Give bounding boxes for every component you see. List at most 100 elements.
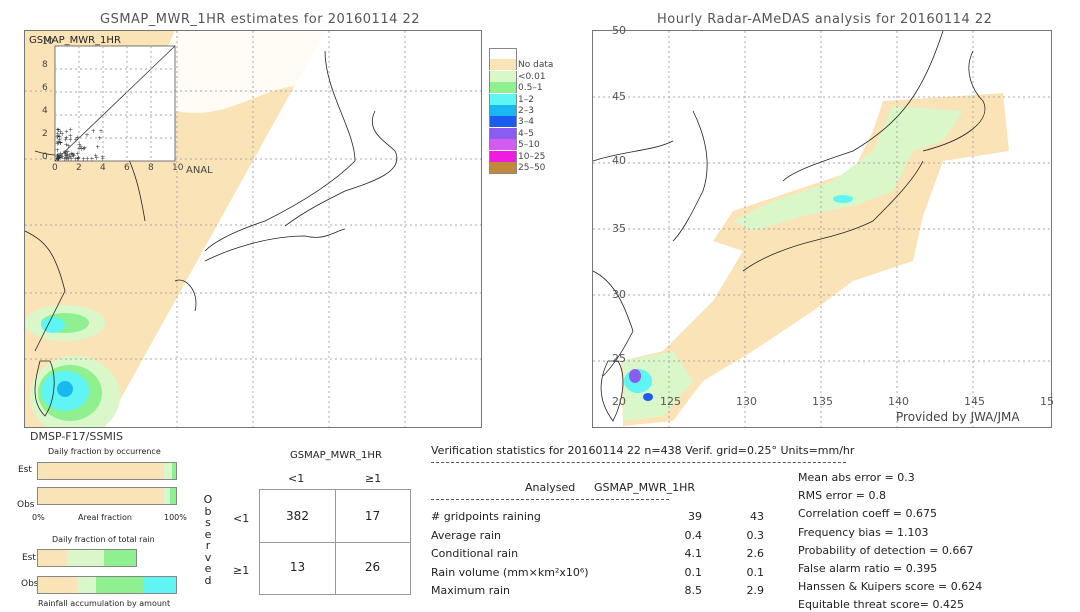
bar-segment	[38, 488, 164, 504]
legend-swatch	[489, 105, 517, 116]
inset-y-tick: 8	[42, 60, 48, 70]
stat-row-label: Conditional rain	[431, 547, 519, 560]
stat-analysed-value: 0.4	[684, 528, 703, 542]
stat-gsmap-value: 0.1	[746, 565, 765, 579]
legend-swatch	[489, 93, 517, 105]
legend-label: 2–3	[518, 106, 534, 116]
bar-segment	[103, 550, 136, 566]
rain-patch	[643, 393, 653, 401]
legend-label: No data	[518, 60, 554, 71]
scatter-point: +	[95, 144, 100, 151]
lat-tick: 35	[612, 222, 626, 235]
legend-swatch	[489, 127, 517, 139]
occurrence-title: Daily fraction by occurrence	[48, 447, 161, 456]
lon-tick: 145	[964, 395, 985, 408]
contingency-col-2: ≥1	[365, 472, 382, 485]
stat-row-label: Average rain	[431, 528, 501, 542]
divider	[431, 462, 846, 463]
legend-label: 3–4	[518, 117, 534, 128]
inset-scatter: ++++++++ ++++++++++ ++++++ +++ ++++++++ +++++…	[54, 45, 176, 163]
lon-tick: 125	[660, 395, 681, 408]
col-gsmap: GSMAP_MWR_1HR	[594, 481, 696, 494]
scatter-point: +	[85, 156, 90, 163]
right-map	[592, 30, 1052, 428]
legend-swatch	[489, 70, 517, 82]
stat-gsmap-value: 0.3	[746, 528, 765, 542]
legend-label: 25–50	[518, 163, 546, 173]
scatter-point: +	[99, 128, 104, 135]
inset-y-tick: 6	[42, 83, 48, 93]
scatter-point: +	[93, 152, 98, 159]
bar-segment	[67, 550, 104, 566]
lon-tick: 140	[888, 395, 909, 408]
divider	[431, 499, 669, 500]
rain-patch	[57, 381, 73, 397]
occurrence-est-bar	[37, 462, 177, 480]
inset-x-tick: 8	[148, 163, 154, 173]
stat-analysed-value: 8.5	[684, 584, 703, 597]
scatter-point: +	[68, 127, 73, 134]
scatter-point: +	[55, 133, 60, 140]
total-rain-est-bar	[37, 549, 137, 567]
legend-label: <0.01	[518, 71, 546, 82]
stat-analysed-value: 39	[688, 510, 702, 523]
left-map-canvas: ++++++++ ++++++++++ ++++++ +++ ++++++++ +++++…	[25, 31, 481, 427]
tr-obs-label: Obs	[21, 579, 39, 589]
stat-row-label: # gridpoints raining	[431, 510, 541, 523]
right-map-title: Hourly Radar-AMeDAS analysis for 2016011…	[657, 12, 993, 27]
occ-obs-label: Obs	[17, 500, 35, 510]
stat-row-label: Rain volume (mm×km²x10⁶)	[431, 565, 589, 579]
lat-tick: 40	[612, 154, 626, 167]
score-line: Frequency bias = 1.103	[798, 525, 929, 539]
legend-label: 10–25	[518, 151, 546, 162]
score-line: RMS error = 0.8	[798, 489, 886, 503]
contingency-col-1: <1	[288, 472, 305, 485]
legend-label: 5–10	[518, 140, 540, 151]
score-line: False alarm ratio = 0.395	[798, 562, 938, 575]
scatter-point: +	[85, 132, 90, 139]
lon-tick: 15	[1040, 395, 1054, 408]
inset-y-tick: 2	[42, 129, 48, 139]
score-line: Mean abs error = 0.3	[798, 471, 915, 484]
legend-label: 4–5	[518, 128, 534, 139]
cell-hit: 26	[364, 560, 381, 574]
inset-y-tick: 4	[42, 106, 48, 116]
inset-x-tick: 10	[172, 163, 184, 173]
scatter-point: +	[91, 128, 96, 135]
observed-side-label: Observed	[203, 493, 213, 587]
legend-swatch	[489, 139, 517, 151]
swath-gap	[163, 31, 325, 114]
bar-segment	[95, 577, 143, 593]
inset-x-tick: 6	[124, 163, 130, 173]
total-rain-footer: Rainfall accumulation by amount	[38, 599, 171, 608]
scatter-point: +	[73, 137, 78, 144]
scatter-point: +	[67, 152, 72, 159]
legend-swatch	[489, 150, 517, 162]
stat-analysed-value: 4.1	[684, 547, 703, 560]
occurrence-obs-bar	[37, 487, 177, 505]
left-map: + + + + + + + + + + + + + + + + + + + + + + + + + + + + + + + + + + + + + + + +…	[24, 30, 482, 428]
score-line: Probability of detection = 0.667	[798, 543, 974, 557]
verification-header: Verification statistics for 20160114 22 …	[431, 444, 855, 457]
occ-x-left: 0%	[32, 513, 45, 522]
bar-segment	[142, 577, 176, 593]
lat-tick: 20	[612, 395, 626, 408]
bar-segment	[38, 550, 68, 566]
occ-x-right: 100%	[164, 513, 187, 522]
cell-false-alarm: 17	[364, 509, 381, 523]
lon-tick: 135	[812, 395, 833, 408]
bar-segment	[76, 577, 96, 593]
inset-y-tick: 0	[42, 152, 48, 162]
cell-hits-none: 382	[286, 509, 309, 523]
scatter-point: +	[97, 135, 102, 142]
rain-patch	[629, 369, 641, 383]
bar-segment	[163, 463, 172, 479]
score-line: Equitable threat score= 0.425	[798, 598, 964, 612]
occ-est-label: Est	[18, 465, 32, 475]
legend-label: 1–2	[518, 94, 534, 105]
legend-swatch	[489, 59, 517, 71]
left-map-title: GSMAP_MWR_1HR estimates for 20160114 22	[100, 12, 421, 27]
inset-x-tick: 4	[100, 163, 106, 173]
credit-text: Provided by JWA/JMA	[896, 410, 1020, 424]
contingency-grid: 382 17 13 26	[259, 489, 411, 595]
